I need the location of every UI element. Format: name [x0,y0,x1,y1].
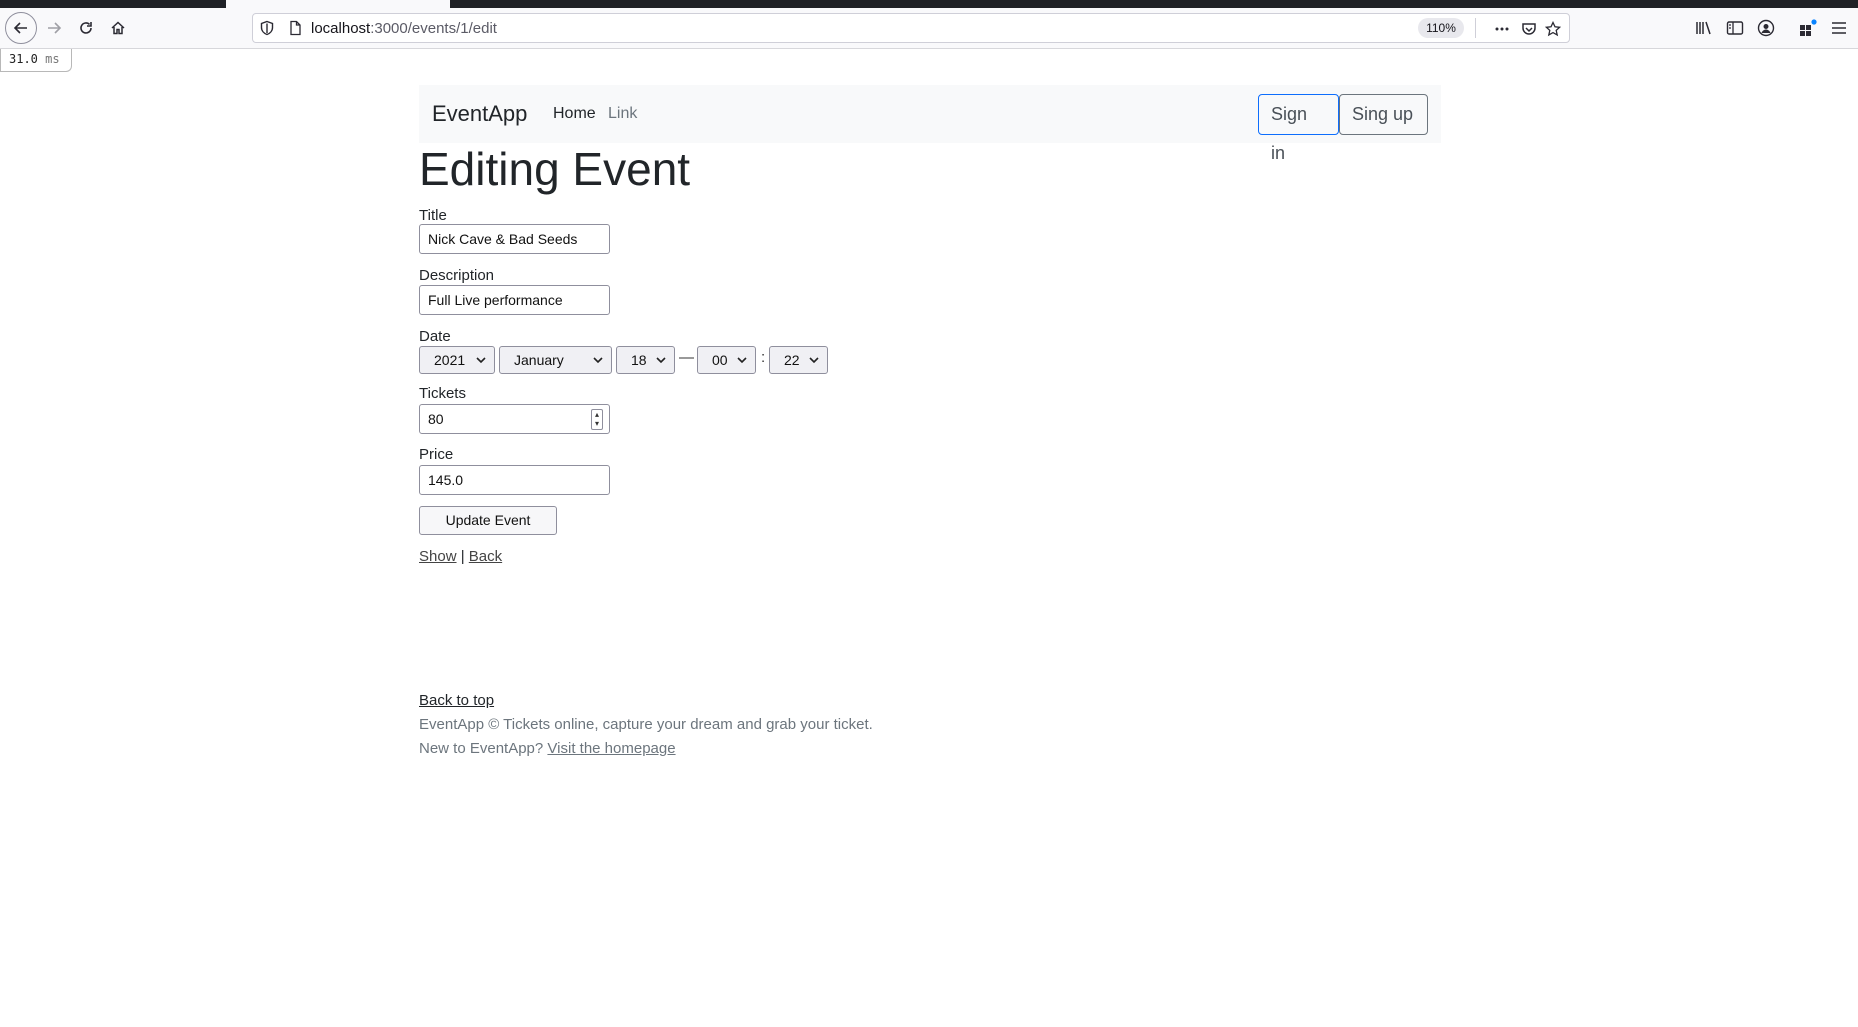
home-button[interactable] [102,12,134,44]
tab-strip [0,0,1858,8]
footer-tagline: EventApp © Tickets online, capture your … [419,716,873,733]
footer-new-prefix: New to EventApp? [419,740,544,757]
chevron-down-icon [809,357,819,364]
update-event-button[interactable]: Update Event [419,506,557,535]
menu-icon[interactable] [1829,18,1849,38]
date-label: Date [419,328,451,345]
links-divider: | [460,548,465,565]
sidebar-icon[interactable] [1725,18,1745,38]
home-icon [111,21,125,35]
sign-in-button[interactable]: Sign in [1258,94,1339,163]
chevron-down-icon [476,357,486,364]
back-button[interactable] [5,12,37,44]
title-label: Title [419,207,447,224]
timing-unit: ms [45,52,60,66]
active-tab[interactable] [226,0,450,8]
year-value: 2021 [434,352,466,368]
price-label: Price [419,446,454,463]
timing-value: 31.0 [9,52,38,66]
day-select[interactable]: 18 [616,346,675,374]
more-actions-icon[interactable] [1493,20,1511,38]
description-input[interactable]: Full Live performance [419,285,610,315]
show-link[interactable]: Show [419,548,457,565]
price-input[interactable]: 145.0 [419,465,610,495]
tickets-label: Tickets [419,385,466,402]
hour-value: 00 [712,352,728,368]
url-path: :3000/events/1/edit [370,20,497,37]
browser-toolbar: localhost:3000/events/1/edit 110% [0,8,1858,49]
day-value: 18 [631,352,647,368]
time-separator: : [761,349,766,366]
bookmark-star-icon[interactable] [1544,20,1562,38]
date-time-separator: — [679,349,694,366]
extensions-icon[interactable] [1798,18,1818,38]
site-navbar: EventApp Home Link Sign in Sing up [419,85,1441,163]
month-value: January [514,352,564,368]
chevron-down-icon [593,357,603,364]
year-select[interactable]: 2021 [419,346,495,374]
tickets-input[interactable]: 80 ▴ ▾ [419,404,610,434]
reload-icon [80,22,92,34]
reload-button[interactable] [70,12,102,44]
title-input[interactable]: Nick Cave & Bad Seeds [419,224,610,254]
hour-select[interactable]: 00 [697,346,756,374]
library-icon[interactable] [1694,18,1714,38]
tickets-value: 80 [428,411,444,427]
zoom-badge[interactable]: 110% [1418,18,1464,38]
back-link[interactable]: Back [469,548,502,565]
page-icon[interactable] [287,20,303,36]
chevron-down-icon [656,357,666,364]
shield-icon[interactable] [259,20,275,36]
description-label: Description [419,267,495,284]
sign-up-button[interactable]: Sing up [1339,94,1428,135]
url-text[interactable]: localhost:3000/events/1/edit [311,20,497,37]
url-bar[interactable]: localhost:3000/events/1/edit 110% [252,13,1570,43]
minute-select[interactable]: 22 [769,346,828,374]
pocket-icon[interactable] [1520,20,1538,38]
month-select[interactable]: January [499,346,612,374]
number-spinner[interactable]: ▴ ▾ [591,409,603,430]
forward-button[interactable] [38,12,70,44]
url-divider [1475,18,1476,38]
page-title: Editing Event [419,143,691,195]
event-links: Show | Back [419,548,502,565]
timing-badge: 31.0 ms [0,49,72,72]
footer-new-line: New to EventApp? Visit the homepage [419,740,676,757]
nav-home-link[interactable]: Home [553,105,596,123]
nav-link[interactable]: Link [608,105,637,123]
url-host: localhost [311,20,371,37]
brand-link[interactable]: EventApp [432,101,527,127]
visit-homepage-link[interactable]: Visit the homepage [547,740,675,757]
chevron-down-icon [737,357,747,364]
back-to-top-link[interactable]: Back to top [419,692,494,709]
arrow-left-icon [13,22,27,34]
account-icon[interactable] [1756,18,1776,38]
minute-value: 22 [784,352,800,368]
arrow-right-icon [48,22,62,34]
